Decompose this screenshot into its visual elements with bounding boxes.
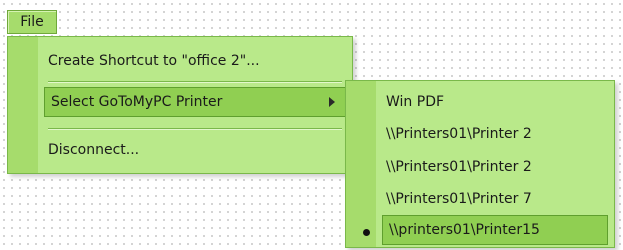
printer-item-printer-2-second[interactable]: \\Printers01\Printer 2 bbox=[386, 152, 606, 182]
file-dropdown-menu: Create Shortcut to "office 2"... Select … bbox=[7, 36, 353, 174]
printer-item-label: \\printers01\Printer15 bbox=[389, 222, 540, 238]
printer-item-win-pdf[interactable]: Win PDF bbox=[386, 87, 606, 117]
printer-submenu: Win PDF \\Printers01\Printer 2 \\Printer… bbox=[345, 80, 615, 248]
file-menu-label: File bbox=[20, 14, 44, 30]
printer-item-label: \\Printers01\Printer 7 bbox=[386, 191, 532, 207]
submenu-icon-gutter bbox=[346, 81, 376, 247]
printer-item-label: \\Printers01\Printer 2 bbox=[386, 126, 532, 142]
disconnect-label: Disconnect... bbox=[48, 142, 140, 158]
menu-separator bbox=[48, 81, 342, 83]
submenu-arrow-icon bbox=[329, 97, 335, 107]
printer-item-label: \\Printers01\Printer 2 bbox=[386, 159, 532, 175]
printer-item-printer15[interactable]: \\printers01\Printer15 bbox=[382, 215, 608, 245]
create-shortcut-label: Create Shortcut to "office 2"... bbox=[48, 53, 260, 69]
file-menu[interactable]: File bbox=[7, 10, 57, 34]
select-printer-menu-item[interactable]: Select GoToMyPC Printer bbox=[44, 87, 346, 117]
menu-separator bbox=[48, 128, 342, 130]
printer-item-label: Win PDF bbox=[386, 94, 445, 110]
selected-bullet-icon bbox=[363, 229, 370, 236]
create-shortcut-menu-item[interactable]: Create Shortcut to "office 2"... bbox=[48, 46, 342, 76]
printer-item-printer-7[interactable]: \\Printers01\Printer 7 bbox=[386, 184, 606, 214]
select-printer-label: Select GoToMyPC Printer bbox=[51, 94, 223, 110]
disconnect-menu-item[interactable]: Disconnect... bbox=[48, 135, 342, 165]
menu-icon-gutter bbox=[8, 37, 38, 173]
printer-item-printer-2[interactable]: \\Printers01\Printer 2 bbox=[386, 119, 606, 149]
